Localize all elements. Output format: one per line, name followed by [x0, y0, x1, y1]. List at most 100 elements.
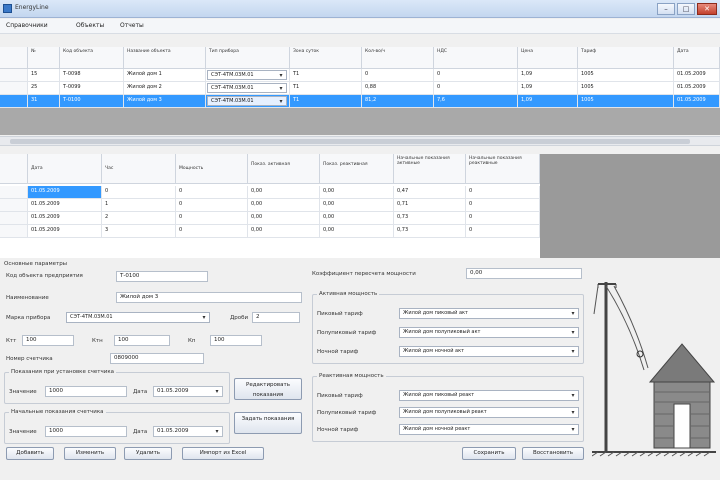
cell-hour[interactable]: 3: [102, 225, 176, 238]
table-row[interactable]: 15 Т-0098 Жилой дом 1 СЭТ-4ТМ.03М.01 ▾ Т1…: [0, 69, 720, 82]
cell-power[interactable]: 0: [176, 186, 248, 199]
cell-reactive[interactable]: 0,00: [320, 186, 394, 199]
import-excel-button[interactable]: Импорт из Excel: [182, 447, 264, 460]
cell-object-code[interactable]: Т-0100: [60, 95, 124, 108]
cell-vat[interactable]: 0: [434, 82, 518, 95]
cell-initial-active[interactable]: 0,73: [394, 212, 466, 225]
cell-hour[interactable]: 0: [102, 186, 176, 199]
cell-date[interactable]: 01.05.2009: [674, 82, 720, 95]
ktn-input[interactable]: 100: [114, 335, 170, 346]
chevron-down-icon[interactable]: ▾: [569, 426, 577, 434]
cell-zone[interactable]: Т1: [290, 69, 362, 82]
menu-directories[interactable]: Справочники: [6, 22, 48, 29]
table-row[interactable]: 25 Т-0099 Жилой дом 2 СЭТ-4ТМ.03М.01 ▾ Т1…: [0, 82, 720, 95]
cell-initial-reactive[interactable]: 0: [466, 199, 540, 212]
table-row[interactable]: 01.05.2009 1 0 0,00 0,00 0,71 0: [0, 199, 540, 212]
header-reactive-reading[interactable]: Показ. реактивная: [320, 154, 394, 184]
serial-input[interactable]: 0809000: [110, 353, 204, 364]
cell-power[interactable]: 0: [176, 212, 248, 225]
cell-count[interactable]: 0: [362, 69, 434, 82]
chevron-down-icon[interactable]: ▾: [569, 329, 577, 337]
cell-initial-active[interactable]: 0,73: [394, 225, 466, 238]
cell-date[interactable]: 01.05.2009: [674, 95, 720, 108]
cell-count[interactable]: 81,2: [362, 95, 434, 108]
cell-active[interactable]: 0,00: [248, 186, 320, 199]
cell-active[interactable]: 0,00: [248, 199, 320, 212]
header-vat[interactable]: НДС: [434, 47, 518, 69]
cell-initial-active[interactable]: 0,71: [394, 199, 466, 212]
cell-initial-reactive[interactable]: 0: [466, 186, 540, 199]
chevron-down-icon[interactable]: ▾: [569, 392, 577, 400]
active-half-select[interactable]: Жилой дом полупиковый акт ▾: [399, 327, 579, 338]
cell-reactive[interactable]: 0,00: [320, 225, 394, 238]
object-code-input[interactable]: Т-0100: [116, 271, 208, 282]
header-date[interactable]: Дата: [28, 154, 102, 184]
restore-button[interactable]: Восстановить: [522, 447, 584, 460]
cell-number[interactable]: 25: [28, 82, 60, 95]
table-row[interactable]: 01.05.2009 3 0 0,00 0,00 0,73 0: [0, 225, 540, 238]
active-night-select[interactable]: Жилой дом ночной акт ▾: [399, 346, 579, 357]
header-tariff[interactable]: Тариф: [578, 47, 674, 69]
cell-date[interactable]: 01.05.2009: [28, 199, 102, 212]
cell-power[interactable]: 0: [176, 199, 248, 212]
cell-reactive[interactable]: 0,00: [320, 199, 394, 212]
cell-active[interactable]: 0,00: [248, 225, 320, 238]
active-peak-select[interactable]: Жилой дом пиковый акт ▾: [399, 308, 579, 319]
cell-date[interactable]: 01.05.2009: [28, 225, 102, 238]
cell-date[interactable]: 01.05.2009: [28, 186, 102, 199]
cell-number[interactable]: 31: [28, 95, 60, 108]
calendar-dropdown-icon[interactable]: ▾: [213, 428, 221, 436]
table-row[interactable]: 01.05.2009 0 0 0,00 0,00 0,47 0: [0, 186, 540, 199]
cell-date[interactable]: 01.05.2009: [674, 69, 720, 82]
cell-object-name[interactable]: Жилой дом 1: [124, 69, 206, 82]
delete-button[interactable]: Удалить: [124, 447, 172, 460]
chevron-down-icon[interactable]: ▾: [277, 98, 285, 105]
chevron-down-icon[interactable]: ▾: [277, 85, 285, 92]
cell-hour[interactable]: 1: [102, 199, 176, 212]
cell-device-type[interactable]: СЭТ-4ТМ.03М.01 ▾: [206, 69, 290, 82]
reactive-half-select[interactable]: Жилой дом полупиковый реакт ▾: [399, 407, 579, 418]
cell-tariff[interactable]: 1005: [578, 82, 674, 95]
cell-object-code[interactable]: Т-0098: [60, 69, 124, 82]
cell-price[interactable]: 1,09: [518, 69, 578, 82]
row-selector[interactable]: [0, 212, 28, 225]
calendar-dropdown-icon[interactable]: ▾: [213, 388, 221, 396]
cell-zone[interactable]: Т1: [290, 95, 362, 108]
cell-object-name[interactable]: Жилой дом 2: [124, 82, 206, 95]
cell-device-type[interactable]: СЭТ-4ТМ.03М.01 ▾: [206, 95, 290, 108]
initial-date-picker[interactable]: 01.05.2009 ▾: [153, 426, 223, 437]
row-selector[interactable]: [0, 199, 28, 212]
cell-device-type[interactable]: СЭТ-4ТМ.03М.01 ▾: [206, 82, 290, 95]
cell-count[interactable]: 0,88: [362, 82, 434, 95]
header-active-reading[interactable]: Показ. активная: [248, 154, 320, 184]
header-date[interactable]: Дата: [674, 47, 720, 69]
cell-object-code[interactable]: Т-0099: [60, 82, 124, 95]
cell-initial-reactive[interactable]: 0: [466, 225, 540, 238]
cell-object-name[interactable]: Жилой дом 3: [124, 95, 206, 108]
table-row-selected[interactable]: 31 Т-0100 Жилой дом 3 СЭТ-4ТМ.03М.01 ▾ Т1…: [0, 95, 720, 108]
digits-input[interactable]: 2: [252, 312, 300, 323]
edit-install-readings-button[interactable]: Редактировать показания: [234, 378, 302, 400]
row-selector[interactable]: [0, 95, 28, 108]
chevron-down-icon[interactable]: ▾: [277, 72, 285, 79]
header-count[interactable]: Кол-во/ч: [362, 47, 434, 69]
row-selector[interactable]: [0, 186, 28, 199]
cell-vat[interactable]: 0: [434, 69, 518, 82]
cell-price[interactable]: 1,09: [518, 82, 578, 95]
chevron-down-icon[interactable]: ▾: [569, 348, 577, 356]
kp-input[interactable]: 100: [210, 335, 262, 346]
cell-tariff[interactable]: 1005: [578, 95, 674, 108]
cell-power[interactable]: 0: [176, 225, 248, 238]
set-initial-readings-button[interactable]: Задать показания: [234, 412, 302, 434]
header-zone[interactable]: Зона суток: [290, 47, 362, 69]
cell-zone[interactable]: Т1: [290, 82, 362, 95]
table-row[interactable]: 01.05.2009 2 0 0,00 0,00 0,73 0: [0, 212, 540, 225]
initial-value-input[interactable]: 1000: [45, 426, 127, 437]
menu-objects[interactable]: Объекты: [76, 22, 104, 29]
maximize-button[interactable]: □: [677, 3, 695, 15]
install-date-picker[interactable]: 01.05.2009 ▾: [153, 386, 223, 397]
cell-initial-active[interactable]: 0,47: [394, 186, 466, 199]
row-selector[interactable]: [0, 225, 28, 238]
install-value-input[interactable]: 1000: [45, 386, 127, 397]
save-button[interactable]: Сохранить: [462, 447, 516, 460]
